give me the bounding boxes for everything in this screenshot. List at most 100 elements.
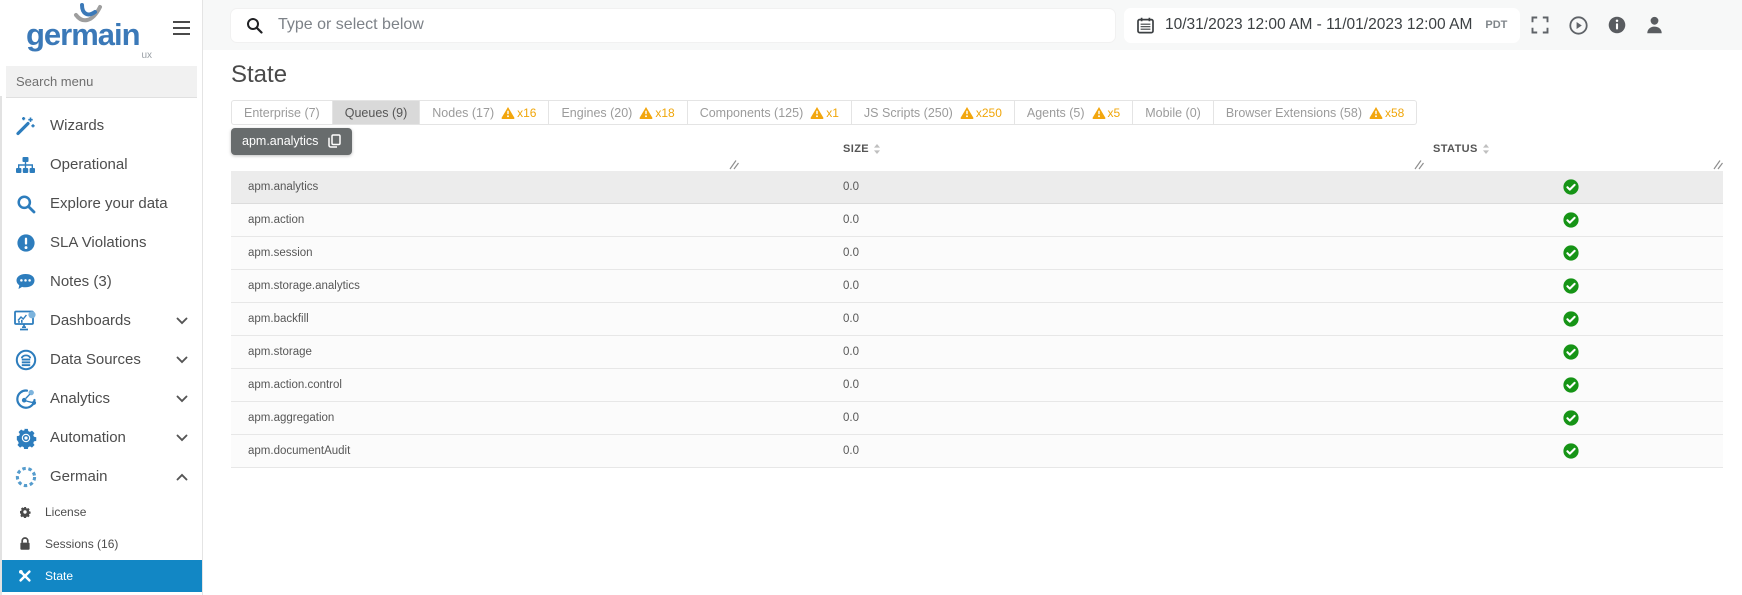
sidebar-item-label: SLA Violations (50, 234, 147, 251)
warning-icon (639, 107, 653, 119)
table-row[interactable]: apm.action.control 0.0 (231, 369, 1723, 402)
lock-icon (17, 537, 32, 551)
content-area: 10/31/2023 12:00 AM - 11/01/2023 12:00 A… (203, 0, 1742, 595)
user-icon[interactable] (1646, 16, 1663, 34)
sidebar-item-automation[interactable]: Automation (0, 418, 202, 457)
status-ok-icon (1419, 410, 1723, 426)
sidebar-search-input[interactable] (6, 66, 197, 98)
topbar-icons (1531, 15, 1663, 35)
app-window: germain ux Wizards Operational Explore y… (0, 0, 1742, 595)
table-row[interactable]: apm.storage.analytics 0.0 (231, 270, 1723, 303)
warning-icon (810, 107, 824, 119)
sidebar-item-germain[interactable]: Germain (0, 457, 202, 496)
column-header-size[interactable]: SIZE (743, 127, 1419, 155)
warning-icon (501, 107, 515, 119)
alert-circle-icon (14, 233, 37, 253)
sidebar-item-wizards[interactable]: Wizards (0, 106, 202, 145)
sidebar-item-label: Operational (50, 156, 128, 173)
column-resize-handle[interactable] (1414, 159, 1426, 170)
sort-icon[interactable] (1482, 143, 1490, 155)
warning-badge: x58 (1369, 106, 1404, 120)
table-row[interactable]: apm.backfill 0.0 (231, 303, 1723, 336)
database-icon (14, 349, 37, 371)
brand-sub: ux (141, 50, 152, 61)
tab-engines[interactable]: Engines (20) x18 (549, 100, 688, 125)
license-gear-icon (17, 506, 32, 518)
tab-mobile[interactable]: Mobile (0) (1133, 100, 1214, 125)
sidebar-item-label: Analytics (50, 390, 111, 407)
hamburger-menu-icon[interactable] (173, 21, 190, 39)
sidebar-item-analytics[interactable]: Analytics (0, 379, 202, 418)
sidebar-item-label: Automation (50, 429, 126, 446)
table-row[interactable]: apm.analytics 0.0 (231, 171, 1723, 204)
sidebar-item-operational[interactable]: Operational (0, 145, 202, 184)
status-ok-icon (1419, 179, 1723, 195)
column-resize-handle[interactable] (1713, 159, 1725, 170)
sidebar-item-sla-violations[interactable]: SLA Violations (0, 223, 202, 262)
table-row[interactable]: apm.aggregation 0.0 (231, 402, 1723, 435)
sidebar: germain ux Wizards Operational Explore y… (0, 0, 203, 595)
magnifier-icon (246, 17, 263, 34)
table-row[interactable]: apm.session 0.0 (231, 237, 1723, 270)
selected-queue-chip[interactable]: apm.analytics (231, 128, 353, 155)
warning-badge: x5 (1092, 106, 1120, 120)
sidebar-scrollbar[interactable] (0, 96, 2, 595)
search-icon (14, 194, 37, 214)
tab-agents[interactable]: Agents (5) x5 (1014, 100, 1134, 125)
sort-icon[interactable] (873, 143, 881, 155)
tools-icon (17, 569, 32, 583)
sidebar-item-label: Dashboards (50, 312, 131, 329)
warning-badge: x1 (810, 106, 839, 120)
warning-badge: x250 (960, 106, 1002, 120)
timezone-label: PDT (1485, 19, 1508, 31)
tab-browser-extensions[interactable]: Browser Extensions (58) x58 (1213, 100, 1418, 125)
sidebar-item-sessions[interactable]: Sessions (16) (0, 528, 202, 560)
sidebar-item-label: Wizards (50, 117, 105, 134)
sidebar-item-data-sources[interactable]: Data Sources (0, 340, 202, 379)
date-range-text: 10/31/2023 12:00 AM - 11/01/2023 12:00 A… (1165, 16, 1473, 33)
sidebar-item-explore[interactable]: Explore your data (0, 184, 202, 223)
global-search-input[interactable] (276, 15, 1100, 35)
table-row[interactable]: apm.documentAudit 0.0 (231, 435, 1723, 468)
calendar-icon (1137, 17, 1154, 34)
warning-badge: x18 (639, 106, 675, 120)
tab-js-scripts[interactable]: JS Scripts (250) x250 (851, 100, 1015, 125)
germain-logo[interactable]: germain ux (26, 3, 152, 61)
column-header-status[interactable]: STATUS (1419, 127, 1723, 155)
main-panel: State Enterprise (7) Queues (9) Nodes (1… (203, 50, 1742, 595)
table-row[interactable]: apm.storage 0.0 (231, 336, 1723, 369)
tab-nodes[interactable]: Nodes (17) x16 (420, 100, 550, 125)
play-circle-icon[interactable] (1569, 15, 1588, 35)
status-ok-icon (1419, 311, 1723, 327)
chevron-down-icon (176, 356, 188, 364)
fullscreen-icon[interactable] (1531, 16, 1549, 34)
topbar: 10/31/2023 12:00 AM - 11/01/2023 12:00 A… (203, 0, 1742, 50)
status-ok-icon (1419, 344, 1723, 360)
page-title: State (231, 61, 288, 88)
queues-table: apm.analytics SIZE STATUS apm.analytics … (231, 127, 1723, 468)
status-ok-icon (1419, 245, 1723, 261)
sidebar-item-dashboards[interactable]: Dashboards (0, 301, 202, 340)
table-row[interactable]: apm.action 0.0 (231, 204, 1723, 237)
sidebar-item-label: Explore your data (50, 195, 168, 212)
sidebar-item-label: Notes (3) (50, 273, 112, 290)
sidebar-item-notes[interactable]: Notes (3) (0, 262, 202, 301)
tab-components[interactable]: Components (125) x1 (687, 100, 852, 125)
column-resize-handle[interactable] (729, 159, 741, 170)
sidebar-item-license[interactable]: License (0, 496, 202, 528)
info-icon[interactable] (1608, 16, 1626, 34)
status-ok-icon (1419, 278, 1723, 294)
sidebar-item-label: State (45, 569, 74, 583)
tab-queues[interactable]: Queues (9) (332, 100, 421, 125)
sidebar-item-label: Data Sources (50, 351, 141, 368)
chevron-down-icon (176, 434, 188, 442)
dashed-circle-icon (14, 466, 37, 488)
status-ok-icon (1419, 377, 1723, 393)
status-ok-icon (1419, 212, 1723, 228)
date-range-picker[interactable]: 10/31/2023 12:00 AM - 11/01/2023 12:00 A… (1124, 7, 1521, 43)
copy-icon[interactable] (328, 134, 342, 148)
sidebar-item-state[interactable]: State (0, 560, 202, 592)
tab-enterprise[interactable]: Enterprise (7) (231, 100, 333, 125)
warning-badge: x16 (501, 106, 536, 120)
global-searchbox (230, 7, 1116, 43)
